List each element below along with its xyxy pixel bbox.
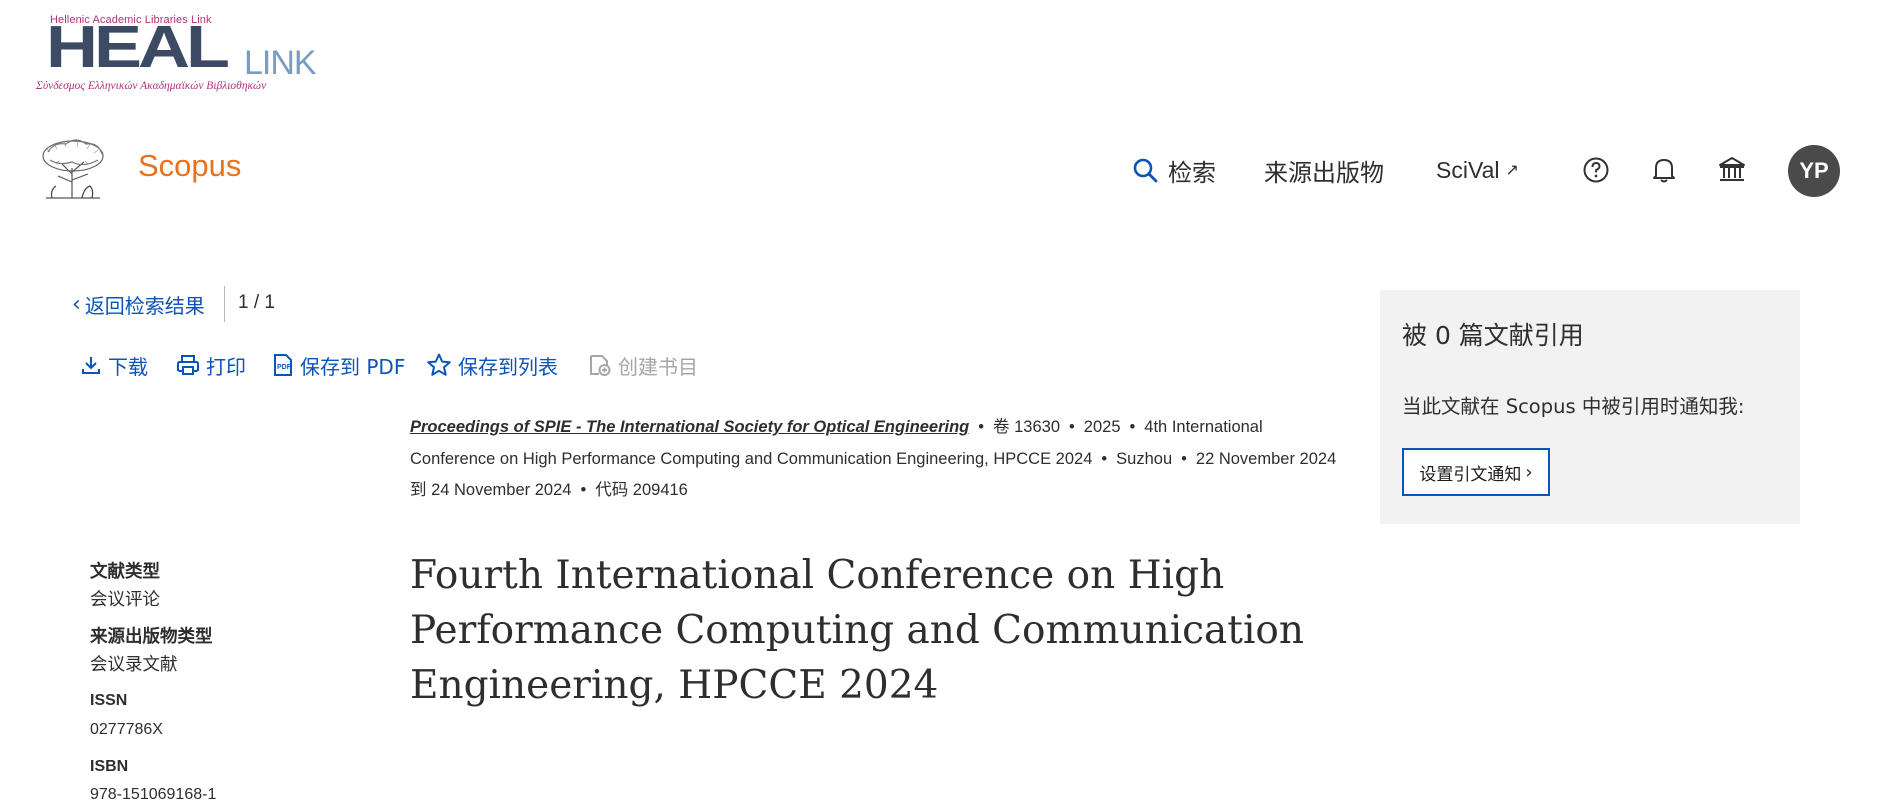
download-label: 下载 (108, 354, 148, 379)
institution-button[interactable] (1716, 154, 1748, 186)
separator-dot: • (978, 418, 985, 436)
print-label: 打印 (206, 354, 246, 379)
bell-icon (1653, 159, 1675, 183)
pdf-icon: PDF (274, 354, 292, 376)
nav-sources[interactable]: 来源出版物 (1264, 150, 1384, 190)
logo-link-text: LINK (244, 44, 317, 82)
result-pager: 1 / 1 (238, 292, 275, 313)
citation-panel: 被 0 篇文献引用 当此文献在 Scopus 中被引用时通知我: 设置引文通知 … (1380, 290, 1800, 524)
heal-link-logo[interactable]: Hellenic Academic Libraries Link HEAL LI… (36, 14, 320, 96)
download-icon (82, 357, 100, 374)
cited-by-count: 被 0 篇文献引用 (1402, 321, 1584, 350)
back-to-results-label: 返回检索结果 (84, 294, 205, 318)
create-bibliography-label: 创建书目 (618, 354, 698, 379)
separator-dot: • (1069, 418, 1075, 436)
chevron-right-icon: › (1525, 461, 1533, 483)
star-icon (427, 353, 451, 376)
doc-type-label: 文献类型 (90, 562, 160, 582)
source-details: Proceedings of SPIE - The International … (410, 412, 1340, 507)
separator-dot: • (1101, 449, 1108, 468)
separator-dot: • (580, 481, 587, 499)
print-icon (177, 355, 199, 375)
download-button[interactable]: 下载 (80, 352, 148, 379)
nav-search[interactable]: 检索 (1132, 150, 1216, 190)
conference-location: Suzhou (1116, 449, 1173, 468)
issn-value: 0277786X (90, 721, 163, 738)
document-title: Fourth International Conference on High … (410, 553, 1305, 708)
nav-search-label: 检索 (1168, 158, 1216, 187)
source-type-label: 来源出版物类型 (90, 627, 213, 647)
print-button[interactable]: 打印 (176, 352, 246, 379)
logo-bottom-text: Σύνδεσμος Ελληνικών Ακαδημαϊκών Βιβλιοθη… (36, 80, 267, 92)
logo-heal-text: HEAL (46, 14, 230, 81)
separator-dot: • (1181, 449, 1187, 468)
set-citation-alert-label: 设置引文通知 (1419, 464, 1522, 485)
citation-alert-text: 当此文献在 Scopus 中被引用时通知我: (1402, 395, 1745, 418)
doc-type-value: 会议评论 (90, 590, 160, 610)
nav-scival[interactable]: SciVal ↗ (1436, 150, 1519, 190)
separator-dot: • (1129, 418, 1136, 436)
save-to-list-label: 保存到列表 (458, 354, 558, 379)
help-icon (1583, 157, 1609, 183)
year: 2025 (1083, 418, 1121, 436)
isbn-value: 978-151069168-1 (90, 786, 217, 803)
search-icon (1133, 158, 1158, 183)
conference-code: 代码 209416 (595, 481, 688, 499)
chevron-left-icon: ‹ (72, 292, 81, 317)
help-button[interactable] (1580, 154, 1612, 186)
scopus-brand[interactable]: Scopus (138, 148, 241, 184)
notifications-button[interactable] (1648, 154, 1680, 186)
breadcrumb-divider (224, 286, 225, 322)
back-to-results-link[interactable]: ‹ 返回检索结果 (72, 290, 205, 319)
elsevier-logo[interactable] (36, 138, 110, 204)
save-to-list-button[interactable]: 保存到列表 (426, 352, 558, 379)
set-citation-alert-button[interactable]: 设置引文通知 › (1402, 448, 1550, 496)
save-pdf-button[interactable]: PDF 保存到 PDF (272, 352, 406, 379)
source-type-value: 会议录文献 (90, 655, 178, 675)
svg-text:PDF: PDF (277, 364, 292, 371)
nav-sources-label: 来源出版物 (1264, 158, 1384, 187)
volume: 卷 13630 (993, 418, 1061, 436)
journal-link[interactable]: Proceedings of SPIE - The International … (410, 418, 969, 436)
institution-icon (1719, 157, 1745, 181)
save-pdf-label: 保存到 PDF (300, 354, 406, 379)
isbn-label: ISBN (90, 758, 129, 775)
user-avatar[interactable]: YP (1788, 145, 1840, 197)
external-link-icon: ↗ (1505, 162, 1519, 179)
nav-scival-label: SciVal (1436, 156, 1500, 183)
bibliography-icon (590, 355, 611, 376)
issn-label: ISSN (90, 692, 128, 709)
create-bibliography-button[interactable]: 创建书目 (588, 352, 698, 379)
